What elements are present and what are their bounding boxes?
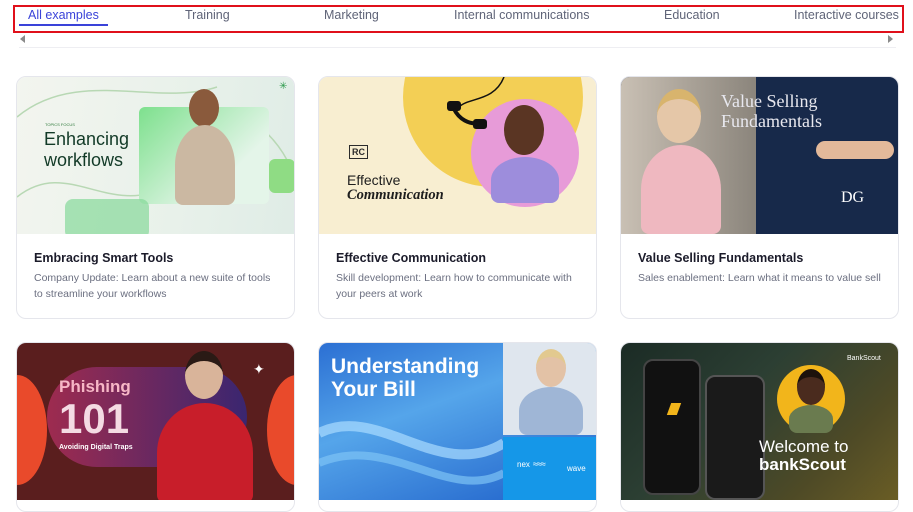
card-thumbnail: Phishing 101 Avoiding Digital Traps ✦ [17,343,294,500]
presenter-head [185,351,223,399]
presenter-body [157,403,253,500]
tab-training[interactable]: Training [185,8,230,22]
presenter-body [789,405,833,433]
thumb-heading-line-1: Welcome to [759,437,849,456]
thumb-heading-line-1: Value Selling [721,91,818,111]
decorative-block [65,199,149,234]
thumb-heading-line-2: bankScout [759,455,846,474]
category-tab-bar: All examples Training Marketing Internal… [13,5,904,33]
decorative-arc-left [17,375,47,485]
phone-mockup-front [705,375,765,500]
presenter-body [641,145,721,234]
scroll-right-icon[interactable] [888,35,893,43]
presenter-head [536,349,566,387]
example-card-understanding-your-bill[interactable]: Understanding Your Bill nex wave ≈≈≈ [318,342,597,512]
phone-mockup-back [643,359,701,495]
card-title: Effective Communication [336,251,487,265]
wave-logo-icon: ≈≈≈ [533,459,546,469]
thumb-logo: nex [517,460,530,469]
tab-all-examples[interactable]: All examples [28,8,99,22]
example-card-value-selling-fundamentals[interactable]: Value Selling Fundamentals DG Value Sell… [620,76,899,319]
thumb-logo: BankScout [847,355,881,362]
tab-marketing[interactable]: Marketing [324,8,379,22]
card-thumbnail: BankScout Welcome to bankScout [621,343,898,500]
decorative-arc-right [267,375,294,485]
thumb-tagline: TOPICS FOCUS [45,122,75,127]
card-description: Skill development: Learn how to communic… [336,272,572,300]
presenter-body [175,125,235,205]
thumb-logo-suffix: wave [567,464,586,473]
presenter-head [189,89,219,127]
thumb-logo: DG [841,189,865,206]
example-card-effective-communication[interactable]: RC Effective Communication Effective Com… [318,76,597,319]
card-thumbnail: TOPICS FOCUS Enhancing workflows ✳ [17,77,294,234]
thumb-heading-line-2: workflows [44,150,124,170]
thumb-heading-line-1: Enhancing [44,129,130,149]
thumb-heading-line-1: Effective [347,172,401,188]
tab-interactive-courses[interactable]: Interactive courses [794,8,899,22]
presenter-body [519,387,583,435]
thumb-heading-line-2: Communication [347,187,444,203]
tab-internal-communications[interactable]: Internal communications [454,8,589,22]
card-description: Company Update: Learn about a new suite … [34,272,271,300]
thumb-heading-line-2: Your Bill [331,378,416,401]
sparkle-icon: ✳ [279,81,288,92]
card-title: Value Selling Fundamentals [638,251,804,265]
card-thumbnail: Understanding Your Bill nex wave ≈≈≈ [319,343,596,500]
example-card-embracing-smart-tools[interactable]: TOPICS FOCUS Enhancing workflows ✳ Embra… [16,76,295,319]
horizontal-scrollbar[interactable] [19,35,895,45]
example-card-welcome-to-bankscout[interactable]: BankScout Welcome to bankScout [620,342,899,512]
presenter-head [657,89,701,143]
scroll-left-icon[interactable] [20,35,25,43]
card-title: Embracing Smart Tools [34,251,174,265]
card-thumbnail: RC Effective Communication [319,77,596,234]
hand-with-pearls [816,141,894,159]
active-tab-indicator [19,24,108,26]
tab-divider [19,47,896,48]
sparkle-icon: ✦ [253,361,265,377]
thumb-heading-line-2: Fundamentals [721,111,822,131]
thumb-tagline: Avoiding Digital Traps [59,444,133,451]
card-thumbnail: Value Selling Fundamentals DG [621,77,898,234]
card-description: Sales enablement: Learn what it means to… [638,272,881,284]
decorative-tile [269,159,294,193]
presenter-head [797,369,825,405]
thumb-heading-line-1: Phishing [59,377,131,396]
tab-education[interactable]: Education [664,8,720,22]
example-card-phishing-101[interactable]: Phishing 101 Avoiding Digital Traps ✦ [16,342,295,512]
thumb-heading-line-2: 101 [59,395,130,442]
thumb-heading-line-1: Understanding [331,355,480,378]
thumb-logo: RC [349,145,368,159]
